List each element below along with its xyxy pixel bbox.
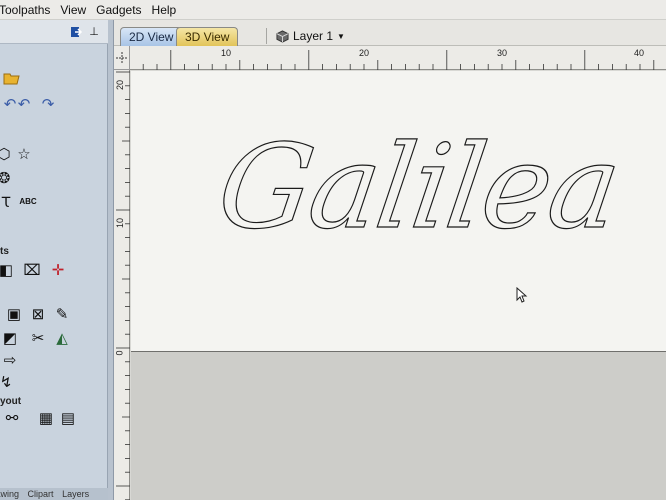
transform-icon[interactable]: ⌧ bbox=[22, 260, 42, 280]
spiral-icon[interactable]: ❂ bbox=[0, 168, 14, 188]
vruler-label-0: 0 bbox=[114, 350, 125, 356]
redo-icon[interactable]: ↷ bbox=[38, 94, 58, 114]
snap-icon[interactable]: ✛ bbox=[48, 260, 68, 280]
layer-name: Layer 1 bbox=[293, 29, 334, 43]
node-edit-icon[interactable]: ◧ bbox=[0, 260, 16, 280]
open-folder-icon[interactable] bbox=[2, 68, 22, 88]
section-label-layout: yout bbox=[0, 396, 22, 407]
star-icon[interactable]: ☆ bbox=[14, 144, 34, 164]
toolbox-header: ⊥ bbox=[0, 20, 108, 44]
section-label-tools: ts bbox=[0, 246, 9, 257]
boolean-icon[interactable]: ▣ bbox=[4, 304, 24, 324]
hruler-label-30: 30 bbox=[497, 48, 508, 58]
fillet-icon[interactable]: ◭ bbox=[52, 328, 72, 348]
cursor-icon bbox=[516, 287, 528, 303]
text-on-curve-icon[interactable]: ABC bbox=[18, 192, 38, 212]
arrow-right-icon[interactable]: ⇨ bbox=[0, 350, 20, 370]
vruler-label-20: 20 bbox=[115, 79, 126, 91]
vertical-ruler-ticks bbox=[116, 71, 130, 500]
undo2-icon[interactable]: ↶ bbox=[14, 94, 34, 114]
menu-bar: Toolpaths View Gadgets Help bbox=[0, 0, 666, 20]
chevron-down-icon: ▼ bbox=[337, 31, 345, 41]
measure-icon[interactable]: ✎ bbox=[52, 304, 72, 324]
polygon-icon[interactable]: ⬡ bbox=[0, 144, 14, 164]
vruler-label-10: 10 bbox=[115, 217, 126, 229]
horizontal-ruler-ticks bbox=[142, 50, 655, 70]
layer-selector[interactable]: Layer 1 ▼ bbox=[276, 27, 345, 45]
tab-clipart[interactable]: Clipart bbox=[28, 489, 54, 499]
hruler-label-20: 20 bbox=[359, 48, 370, 58]
drawing-toolbox: ⊥ ↶ ↶ ↷ ⬡ ☆ ❂ Ꚍ ABC ts ◧ ⌧ ✛ ▣ ⊠ ✎ ◩ ✂ ◭… bbox=[0, 20, 108, 500]
nest-icon[interactable]: ⚯ bbox=[2, 408, 22, 428]
vertical-ruler: 20 10 0 bbox=[114, 70, 130, 500]
scissors-icon[interactable]: ✂ bbox=[28, 328, 48, 348]
hruler-label-40: 40 bbox=[634, 48, 645, 58]
hruler-label-10: 10 bbox=[221, 48, 232, 58]
tab-divider bbox=[266, 28, 267, 44]
tab-drawing[interactable]: Drawing bbox=[0, 489, 19, 499]
tab-2d-view[interactable]: 2D View bbox=[120, 27, 183, 46]
menu-gadgets[interactable]: Gadgets bbox=[91, 0, 146, 20]
menu-toolpaths[interactable]: Toolpaths bbox=[0, 0, 55, 20]
ruler-corner bbox=[114, 46, 130, 70]
off-sheet-area[interactable] bbox=[131, 351, 666, 500]
trim-icon[interactable]: ⊠ bbox=[28, 304, 48, 324]
tab-layers[interactable]: Layers bbox=[62, 489, 89, 499]
layer-icon bbox=[276, 29, 289, 43]
toolbox-tabs: Drawing Clipart Layers bbox=[0, 488, 108, 500]
offset-icon[interactable]: ◩ bbox=[0, 328, 20, 348]
view-tab-bar: 2D View 3D View Layer 1 ▼ bbox=[114, 20, 666, 46]
weld-icon[interactable]: ↯ bbox=[0, 372, 16, 392]
align-icon[interactable]: ▤ bbox=[58, 408, 78, 428]
horizontal-ruler: 10 20 30 40 bbox=[130, 46, 666, 70]
array-icon[interactable]: ▦ bbox=[36, 408, 56, 428]
menu-view[interactable]: View bbox=[55, 0, 91, 20]
text-icon[interactable]: Ꚍ bbox=[0, 192, 16, 212]
pin-panel-icon[interactable] bbox=[66, 22, 86, 42]
text-vector-outline[interactable]: Galilea bbox=[210, 119, 627, 255]
menu-help[interactable]: Help bbox=[147, 0, 182, 20]
tab-3d-view[interactable]: 3D View bbox=[176, 27, 239, 46]
pushpin-icon[interactable]: ⊥ bbox=[84, 22, 104, 42]
